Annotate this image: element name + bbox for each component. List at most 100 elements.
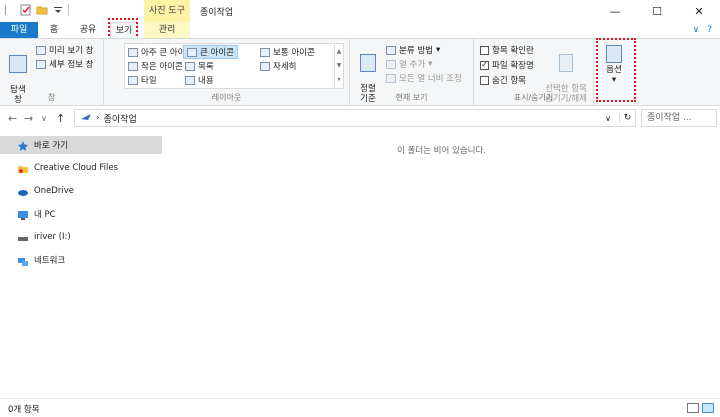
address-box[interactable]: › 종이작업 ∨ ↻ [74, 109, 636, 127]
layout-details[interactable]: 자세히 [260, 60, 296, 72]
sort-by-icon [360, 54, 376, 72]
hidden-items-checkbox[interactable] [480, 75, 489, 85]
tab-share[interactable]: 공유 [72, 22, 104, 39]
item-count: 0개 항목 [8, 405, 40, 415]
fit-columns-button[interactable]: 모든 열 너비 조정 [386, 72, 462, 84]
window-controls: — ☐ ✕ [594, 0, 720, 22]
list-icon [185, 61, 195, 71]
group-by-button[interactable]: 분류 방법 ▾ [386, 44, 440, 56]
folder-path-icon [80, 113, 92, 124]
item-checkboxes-toggle[interactable]: 항목 확인란 [480, 44, 534, 56]
group-panes: 탐색 창 미리 보기 창 세부 정보 창 창 [0, 39, 104, 106]
layout-medium-icons[interactable]: 보통 아이콘 [260, 46, 315, 58]
forward-button[interactable]: → [24, 112, 33, 125]
preview-pane-icon [36, 45, 46, 55]
layout-large-icons[interactable]: 큰 아이콘 [183, 45, 238, 59]
layout-list[interactable]: 목록 [185, 60, 214, 72]
group-by-icon [386, 45, 396, 55]
sidebar-item-onedrive[interactable]: OneDrive [0, 182, 162, 200]
layout-details-label: 자세히 [273, 62, 297, 72]
ribbon-tab-extras: ∨ ? [693, 25, 712, 35]
sidebar-item-quick-access[interactable]: 바로 가기 [0, 136, 162, 154]
properties-icon[interactable] [20, 4, 32, 16]
layout-large-icons-label: 큰 아이콘 [200, 48, 234, 58]
layout-content[interactable]: 내용 [185, 74, 214, 86]
sidebar-item-this-pc[interactable]: 내 PC [0, 205, 162, 223]
address-bar: ← → ∨ ↑ › 종이작업 ∨ ↻ 종이작업 ... [0, 106, 720, 130]
up-button[interactable]: ↑ [56, 112, 65, 125]
group-label-show-hide: 표시/숨기기 [513, 93, 554, 102]
address-dropdown-button[interactable]: ∨ [605, 114, 615, 123]
hidden-items-label: 숨긴 항목 [492, 76, 526, 86]
path-segment[interactable]: 종이작업 [104, 112, 137, 125]
group-label-layout: 레이아웃 [211, 93, 242, 102]
file-extensions-label: 파일 확장명 [492, 61, 534, 71]
group-label-current-view: 현재 보기 [395, 93, 428, 102]
fit-columns-icon [386, 73, 396, 83]
add-columns-label: 열 추가 [399, 60, 426, 70]
add-columns-button[interactable]: 열 추가 ▾ [386, 58, 432, 70]
help-icon[interactable]: ? [707, 25, 712, 35]
layout-medium-icons-label: 보통 아이콘 [273, 48, 315, 58]
sidebar-item-label: iriver (I:) [34, 232, 71, 242]
tab-home[interactable]: 홈 [40, 22, 68, 39]
sidebar-item-iriver[interactable]: iriver (I:) [0, 228, 162, 246]
app-icon [4, 4, 16, 16]
file-extensions-checkbox[interactable]: ✓ [480, 60, 489, 70]
gallery-down-icon[interactable]: ▼ [335, 59, 343, 73]
highlight-options-button [596, 38, 636, 102]
tab-manage[interactable]: 관리 [144, 22, 190, 39]
sidebar-item-network[interactable]: 네트워크 [0, 251, 162, 269]
drive-icon [18, 233, 28, 242]
hidden-items-toggle[interactable]: 숨긴 항목 [480, 74, 526, 86]
network-icon [18, 256, 28, 266]
maximize-button[interactable]: ☐ [636, 0, 678, 22]
search-input[interactable]: 종이작업 ... [641, 109, 717, 127]
preview-pane-button[interactable]: 미리 보기 창 [36, 44, 94, 56]
sidebar-item-label: 바로 가기 [34, 141, 68, 151]
extra-large-icons-icon [128, 47, 138, 57]
fit-columns-label: 모든 열 너비 조정 [399, 74, 462, 84]
medium-icons-icon [260, 47, 270, 57]
item-checkboxes-checkbox[interactable] [480, 45, 489, 55]
details-pane-button[interactable]: 세부 정보 창 [36, 58, 94, 70]
details-view-icon[interactable] [687, 403, 699, 413]
gallery-more-icon[interactable]: ▾ [335, 73, 343, 87]
content-icon [185, 75, 195, 85]
recent-locations-button[interactable]: ∨ [41, 114, 47, 123]
file-extensions-toggle[interactable]: ✓ 파일 확장명 [480, 59, 534, 71]
expand-ribbon-icon[interactable]: ∨ [693, 25, 700, 35]
minimize-button[interactable]: — [594, 0, 636, 22]
highlight-view-tab [108, 18, 138, 40]
status-bar: 0개 항목 [0, 398, 720, 417]
layout-small-icons[interactable]: 작은 아이콘 [128, 60, 183, 72]
qat-separator [68, 4, 69, 16]
sidebar-item-label: 네트워크 [34, 256, 66, 266]
layout-content-label: 내용 [198, 76, 214, 86]
tab-file[interactable]: 파일 [0, 22, 38, 39]
small-icons-icon [128, 61, 138, 71]
nav-pane-icon [9, 55, 27, 73]
close-button[interactable]: ✕ [678, 0, 720, 22]
qat-dropdown-icon[interactable] [52, 4, 64, 16]
add-columns-dropdown-icon: ▾ [428, 59, 433, 69]
new-folder-icon[interactable] [36, 4, 48, 16]
path-separator: › [96, 113, 100, 123]
details-icon [260, 61, 270, 71]
layout-gallery: 아주 큰 아이콘 큰 아이콘 보통 아이콘 작은 아이콘 목록 자세히 타일 내… [124, 43, 344, 89]
refresh-button[interactable]: ↻ [619, 113, 635, 123]
pc-icon [18, 210, 28, 220]
layout-gallery-scroll[interactable]: ▲ ▼ ▾ [334, 45, 343, 89]
large-icons-view-icon[interactable] [702, 403, 714, 413]
window-title: 종이작업 [200, 8, 234, 18]
back-button[interactable]: ← [8, 112, 17, 125]
add-columns-icon [386, 59, 396, 69]
context-group-label: 사진 도구 [144, 0, 190, 22]
sidebar-item-creative-cloud[interactable]: Creative Cloud Files [0, 159, 162, 177]
details-pane-icon [36, 59, 46, 69]
file-list-pane[interactable]: 이 폴더는 비어 있습니다. [163, 132, 720, 394]
large-icons-icon [187, 47, 197, 57]
layout-tiles[interactable]: 타일 [128, 74, 157, 86]
star-icon [18, 140, 28, 151]
gallery-up-icon[interactable]: ▲ [335, 45, 343, 59]
